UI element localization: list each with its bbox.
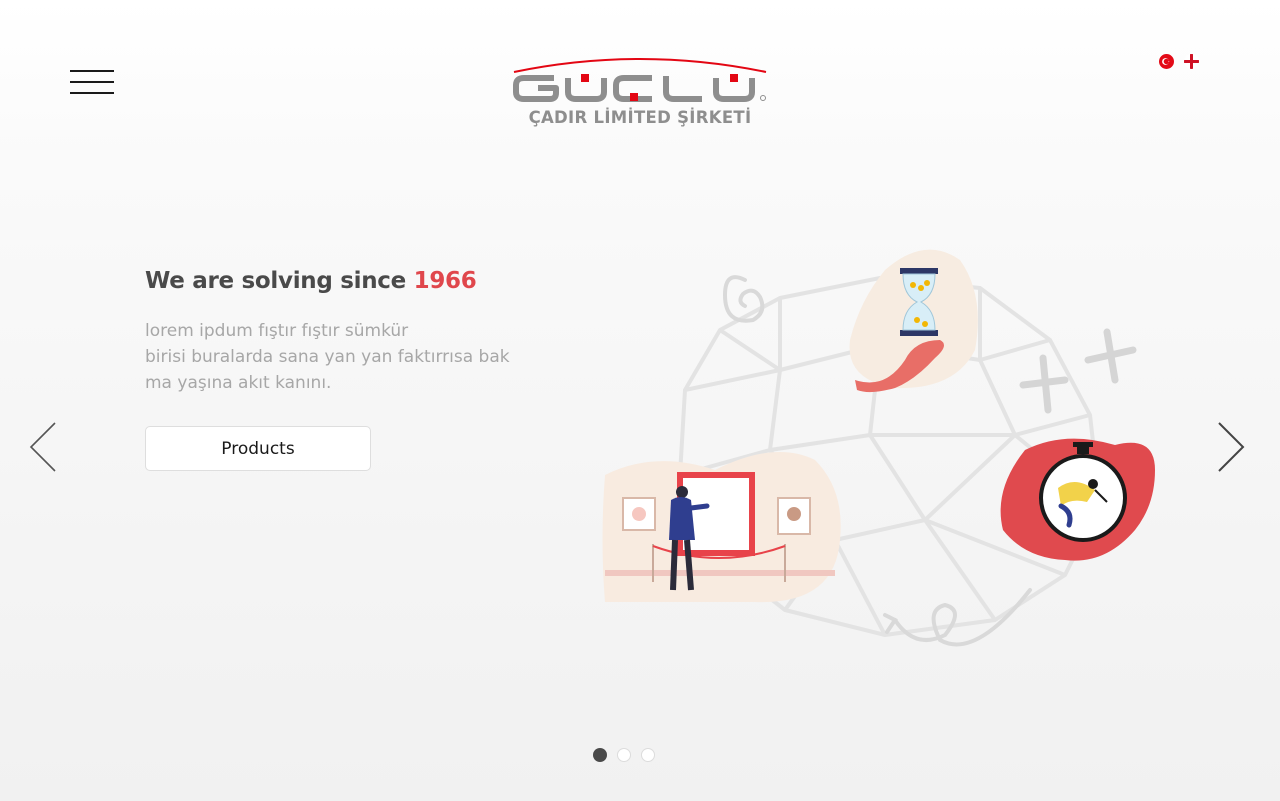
hero-description: lorem ipdum fıştır fıştır sümkür birisi … — [145, 318, 545, 396]
carousel-dot-3[interactable] — [641, 748, 655, 762]
stopwatch-illustration — [1000, 438, 1155, 561]
hero-line: ma yaşına akıt kanını. — [145, 373, 332, 393]
hero-title: We are solving since 1966 — [145, 268, 477, 294]
carousel-dot-2[interactable] — [617, 748, 631, 762]
chevron-left-icon[interactable] — [26, 420, 60, 474]
hourglass-illustration — [849, 249, 978, 393]
hero-title-prefix: We are solving since — [145, 268, 414, 294]
carousel-dot-1[interactable] — [593, 748, 607, 762]
england-flag-icon[interactable] — [1184, 54, 1199, 69]
products-button[interactable]: Products — [145, 426, 371, 471]
hero-title-year: 1966 — [413, 268, 477, 294]
museum-illustration — [602, 452, 841, 603]
loop-arrow-icon — [883, 588, 1032, 647]
logo-subtitle: ÇADIR LİMİTED ŞİRKETİ — [528, 108, 752, 127]
chevron-right-icon[interactable] — [1214, 420, 1248, 474]
swirl-icon — [722, 275, 765, 323]
logo[interactable]: ÇADIR LİMİTED ŞİRKETİ — [510, 52, 770, 132]
hamburger-menu-icon[interactable] — [70, 70, 114, 96]
hero-illustration — [595, 240, 1170, 660]
hero-line: lorem ipdum fıştır fıştır sümkür — [145, 321, 409, 341]
turkey-flag-icon[interactable] — [1159, 54, 1174, 69]
logo-mark — [513, 58, 767, 102]
carousel-indicators — [593, 748, 655, 762]
hero-line: birisi buralarda sana yan yan faktırrısa… — [145, 347, 510, 367]
